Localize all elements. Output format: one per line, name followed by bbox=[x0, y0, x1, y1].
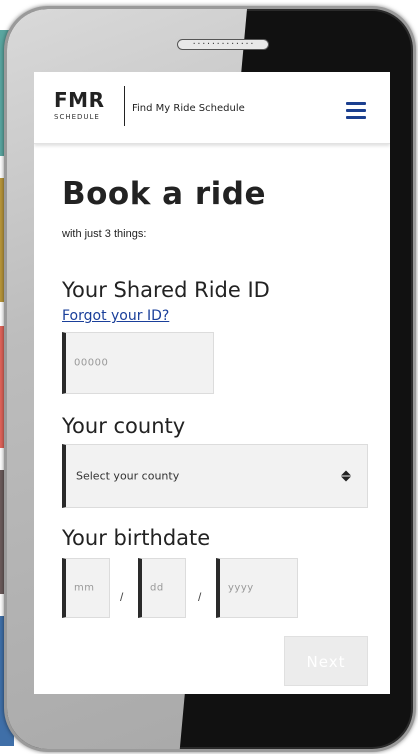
ride-id-label: Your Shared Ride ID bbox=[62, 278, 270, 302]
county-label: Your county bbox=[62, 414, 186, 438]
fmr-logo[interactable]: FMR SCHEDULE bbox=[54, 88, 104, 121]
birth-month-input[interactable]: mm bbox=[62, 558, 110, 618]
birth-day-placeholder: dd bbox=[150, 582, 164, 594]
logo-main-text: FMR bbox=[54, 88, 105, 112]
date-separator: / bbox=[198, 590, 202, 604]
county-select[interactable]: Select your county bbox=[62, 444, 368, 508]
birth-year-input[interactable]: yyyy bbox=[216, 558, 298, 618]
date-separator: / bbox=[120, 590, 124, 604]
logo-divider bbox=[124, 86, 125, 126]
phone-speaker: ············· bbox=[177, 39, 269, 50]
ride-id-input[interactable]: 00000 bbox=[62, 332, 214, 394]
birth-year-placeholder: yyyy bbox=[228, 582, 254, 594]
birth-day-input[interactable]: dd bbox=[138, 558, 186, 618]
birth-month-placeholder: mm bbox=[74, 582, 95, 594]
site-name: Find My Ride Schedule bbox=[132, 103, 245, 114]
page-subtitle: with just 3 things: bbox=[62, 228, 147, 240]
phone-screen: FMR SCHEDULE Find My Ride Schedule Book … bbox=[34, 72, 390, 694]
page-title: Book a ride bbox=[62, 176, 266, 212]
hamburger-menu-icon[interactable] bbox=[346, 102, 366, 119]
site-header: FMR SCHEDULE Find My Ride Schedule bbox=[34, 72, 390, 144]
ride-id-placeholder: 00000 bbox=[74, 357, 109, 369]
select-arrows-icon bbox=[341, 470, 351, 482]
birthdate-label: Your birthdate bbox=[62, 526, 211, 550]
logo-sub-text: SCHEDULE bbox=[54, 113, 100, 121]
county-select-value: Select your county bbox=[76, 469, 180, 483]
forgot-id-link[interactable]: Forgot your ID? bbox=[62, 308, 169, 324]
next-button[interactable]: Next bbox=[284, 636, 368, 686]
